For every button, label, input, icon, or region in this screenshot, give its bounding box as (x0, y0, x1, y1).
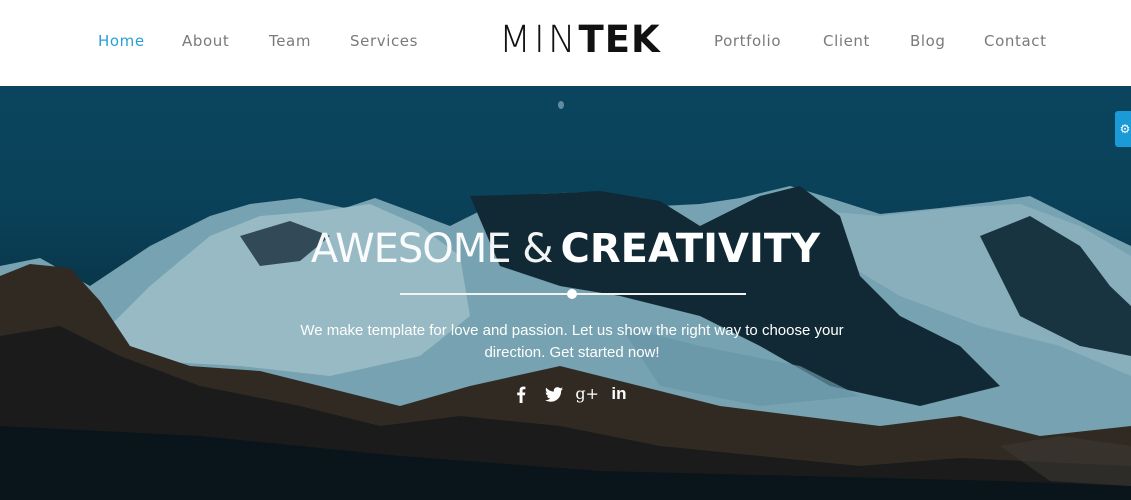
nav-blog[interactable]: Blog (910, 32, 946, 50)
hero-section: AWESOME & CREATIVITY We make template for… (0, 86, 1131, 500)
nav-team[interactable]: Team (269, 32, 311, 50)
moon-decoration (558, 101, 564, 109)
logo-bold-text: TEK (578, 18, 661, 61)
nav-home[interactable]: Home (98, 32, 145, 50)
hero-title: AWESOME & CREATIVITY (0, 225, 1131, 273)
hero-title-light: AWESOME & (310, 226, 554, 272)
facebook-icon[interactable] (510, 386, 532, 403)
google-plus-glyph: g+ (575, 384, 599, 403)
nav-client[interactable]: Client (823, 32, 870, 50)
twitter-icon[interactable] (543, 386, 565, 402)
nav-portfolio[interactable]: Portfolio (714, 32, 781, 50)
nav-contact[interactable]: Contact (984, 32, 1047, 50)
gear-icon: ⚙ (1119, 122, 1131, 136)
site-logo[interactable]: MINTEK (499, 18, 661, 62)
hero-title-bold: CREATIVITY (560, 226, 821, 272)
nav-services[interactable]: Services (350, 32, 418, 50)
nav-about[interactable]: About (182, 32, 229, 50)
social-links: g+ in (510, 382, 630, 406)
settings-side-tab[interactable]: ⚙ (1115, 111, 1131, 147)
hero-description: We make template for love and passion. L… (300, 322, 844, 361)
logo-light-text: MIN (499, 18, 579, 61)
divider-dot (567, 289, 577, 299)
google-plus-icon[interactable]: g+ (575, 382, 599, 406)
linkedin-icon[interactable]: in (608, 382, 630, 406)
site-header: Home About Team Services MINTEK Portfoli… (0, 0, 1131, 86)
linkedin-glyph: in (611, 384, 627, 403)
